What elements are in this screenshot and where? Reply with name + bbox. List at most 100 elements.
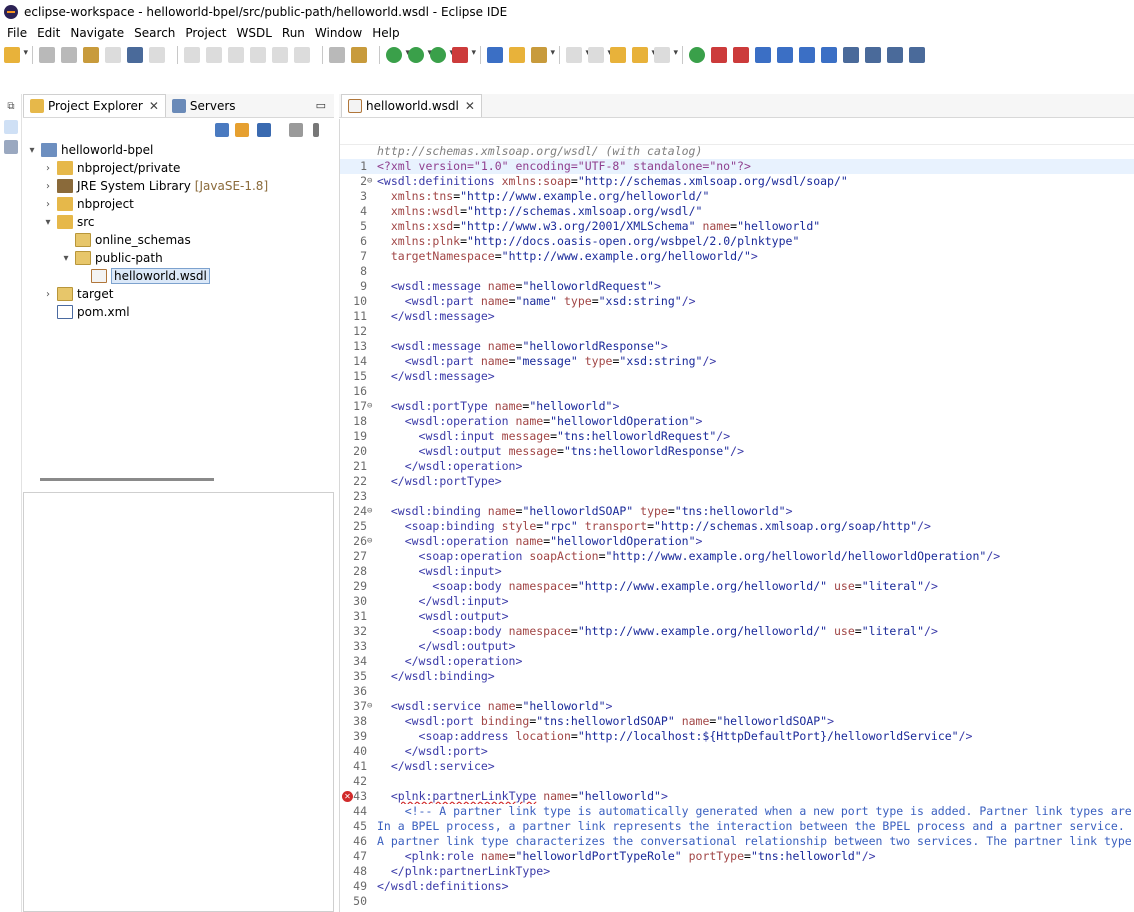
forward-icon[interactable] [654, 47, 678, 63]
code-line[interactable]: 49 </wsdl:definitions> [340, 879, 1134, 894]
code-line[interactable]: 27 <soap:operation soapAction="http://ww… [340, 549, 1134, 564]
next-annotation-icon[interactable] [566, 47, 590, 63]
expand-chevron-icon[interactable]: ▾ [27, 145, 37, 156]
more-tools-icon[interactable] [909, 47, 925, 63]
menu-edit[interactable]: Edit [32, 26, 65, 40]
code-line[interactable]: 10 <wsdl:part name="name" type="xsd:stri… [340, 294, 1134, 309]
generate-icon[interactable] [843, 47, 859, 63]
search-icon[interactable] [531, 47, 555, 63]
code-line[interactable]: 47 <plnk:role name="helloworldPortTypeRo… [340, 849, 1134, 864]
fold-toggle-icon[interactable]: ⊖ [367, 399, 372, 414]
code-line[interactable]: 17 ⊖ <wsdl:portType name="helloworld"> [340, 399, 1134, 414]
fold-toggle-icon[interactable]: ⊖ [367, 699, 372, 714]
last-edit-location-icon[interactable] [610, 47, 626, 63]
save-all-icon[interactable] [61, 47, 77, 63]
tree-item-jre-system-library[interactable]: › JRE System Library [JavaSE-1.8] [43, 177, 268, 195]
fold-toggle-icon[interactable]: ⊖ [367, 174, 372, 189]
validate-all-icon[interactable] [777, 47, 793, 63]
code-line[interactable]: 23 [340, 489, 1134, 504]
step-into-icon[interactable] [250, 47, 266, 63]
skip-breakpoints-icon[interactable] [149, 47, 165, 63]
undo-icon[interactable] [83, 47, 99, 63]
tree-item-nbproject-private[interactable]: › nbproject/private [43, 159, 180, 177]
code-line[interactable]: 14 <wsdl:part name="message" type="xsd:s… [340, 354, 1134, 369]
menu-file[interactable]: File [2, 26, 32, 40]
code-line[interactable]: 30 </wsdl:input> [340, 594, 1134, 609]
collapse-chevron-icon[interactable]: › [43, 163, 53, 174]
menu-wsdl[interactable]: WSDL [231, 26, 276, 40]
tab-project-explorer[interactable]: Project Explorer ✕ [23, 94, 166, 117]
resume-icon[interactable] [184, 47, 200, 63]
pin-editor-icon[interactable] [689, 47, 705, 63]
new-project-icon[interactable] [487, 47, 503, 63]
code-line[interactable]: 46 A partner link type characterizes the … [340, 834, 1134, 849]
tab-servers[interactable]: Servers [166, 94, 242, 117]
terminate-icon[interactable] [228, 47, 244, 63]
code-line[interactable]: 2 ⊖ <wsdl:definitions xmlns:soap="http://s… [340, 174, 1134, 189]
expand-chevron-icon[interactable]: ▾ [43, 217, 53, 228]
code-line[interactable]: 48 </plnk:partnerLinkType> [340, 864, 1134, 879]
tree-item-helloworld-bpel[interactable]: ▾ helloworld-bpel [27, 141, 153, 159]
debug-icon[interactable] [386, 47, 410, 63]
maximize-icon[interactable]: ▭ [316, 99, 326, 112]
restore-icon[interactable]: ⧉ [4, 100, 18, 114]
collapse-chevron-icon[interactable]: › [43, 289, 53, 300]
code-line[interactable]: 29 <soap:body namespace="http://www.exam… [340, 579, 1134, 594]
coverage-icon[interactable] [430, 47, 454, 63]
code-line[interactable]: 3 xmlns:tns="http://www.example.org/hell… [340, 189, 1134, 204]
back-icon[interactable] [632, 47, 656, 63]
toggle-mark-icon[interactable] [351, 47, 367, 63]
menu-search[interactable]: Search [129, 26, 180, 40]
open-console-icon[interactable] [127, 47, 143, 63]
code-line[interactable]: 32 <soap:body namespace="http://www.exam… [340, 624, 1134, 639]
remove-all-icon[interactable] [733, 47, 749, 63]
code-line[interactable]: 9 <wsdl:message name="helloworldRequest"… [340, 279, 1134, 294]
fold-toggle-icon[interactable]: ⊖ [367, 534, 372, 549]
menu-help[interactable]: Help [367, 26, 404, 40]
code-line[interactable]: 8 [340, 264, 1134, 279]
code-line[interactable]: 5 xmlns:xsd="http://www.w3.org/2001/XMLS… [340, 219, 1134, 234]
step-return-icon[interactable] [294, 47, 310, 63]
menu-run[interactable]: Run [277, 26, 310, 40]
format-icon[interactable] [329, 47, 345, 63]
xml-source-editor[interactable]: http://schemas.xmlsoap.org/wsdl/ (with c… [339, 119, 1134, 912]
menu-project[interactable]: Project [180, 26, 231, 40]
code-line[interactable]: 42 [340, 774, 1134, 789]
download-icon[interactable] [799, 47, 815, 63]
fold-toggle-icon[interactable]: ⊖ [367, 504, 372, 519]
code-line[interactable]: 31 <wsdl:output> [340, 609, 1134, 624]
code-line[interactable]: 43 ✕ <plnk:partnerLinkType name="hellowor… [340, 789, 1134, 804]
link-with-editor-icon[interactable] [235, 123, 249, 137]
code-line[interactable]: 33 </wsdl:output> [340, 639, 1134, 654]
collapse-all-icon[interactable] [215, 123, 229, 137]
tree-item-src[interactable]: ▾ src [43, 213, 95, 231]
redo-icon[interactable] [105, 47, 121, 63]
run-icon[interactable] [408, 47, 432, 63]
code-line[interactable]: 25 <soap:binding style="rpc" transport="… [340, 519, 1134, 534]
menu-navigate[interactable]: Navigate [65, 26, 129, 40]
code-line[interactable]: 16 [340, 384, 1134, 399]
project-explorer-minimized-icon[interactable] [4, 120, 18, 134]
collapse-chevron-icon[interactable]: › [43, 181, 53, 192]
code-line[interactable]: 18 <wsdl:operation name="helloworldOpera… [340, 414, 1134, 429]
close-icon[interactable]: ✕ [149, 99, 159, 113]
code-line[interactable]: 19 <wsdl:input message="tns:helloworldRe… [340, 429, 1134, 444]
error-marker-icon[interactable]: ✕ [342, 791, 353, 802]
tree-item-helloworld-wsdl[interactable]: helloworld.wsdl [77, 267, 210, 285]
code-line[interactable]: 40 </wsdl:port> [340, 744, 1134, 759]
close-icon[interactable]: ✕ [465, 99, 475, 113]
tree-item-public-path[interactable]: ▾ public-path [61, 249, 163, 267]
view-menu-icon[interactable] [313, 123, 319, 137]
tree-item-online-schemas[interactable]: online_schemas [61, 231, 191, 249]
step-over-icon[interactable] [272, 47, 288, 63]
code-line[interactable]: 24 ⊖ <wsdl:binding name="helloworldSOAP" … [340, 504, 1134, 519]
layout-icon[interactable] [887, 47, 903, 63]
save-icon[interactable] [39, 47, 55, 63]
code-line[interactable]: 13 <wsdl:message name="helloworldRespons… [340, 339, 1134, 354]
new-icon[interactable] [4, 47, 28, 63]
previous-annotation-icon[interactable] [588, 47, 612, 63]
code-line[interactable]: 50 [340, 894, 1134, 909]
code-line[interactable]: 35 </wsdl:binding> [340, 669, 1134, 684]
code-line[interactable]: 20 <wsdl:output message="tns:helloworldR… [340, 444, 1134, 459]
code-line[interactable]: 6 xmlns:plnk="http://docs.oasis-open.org… [340, 234, 1134, 249]
